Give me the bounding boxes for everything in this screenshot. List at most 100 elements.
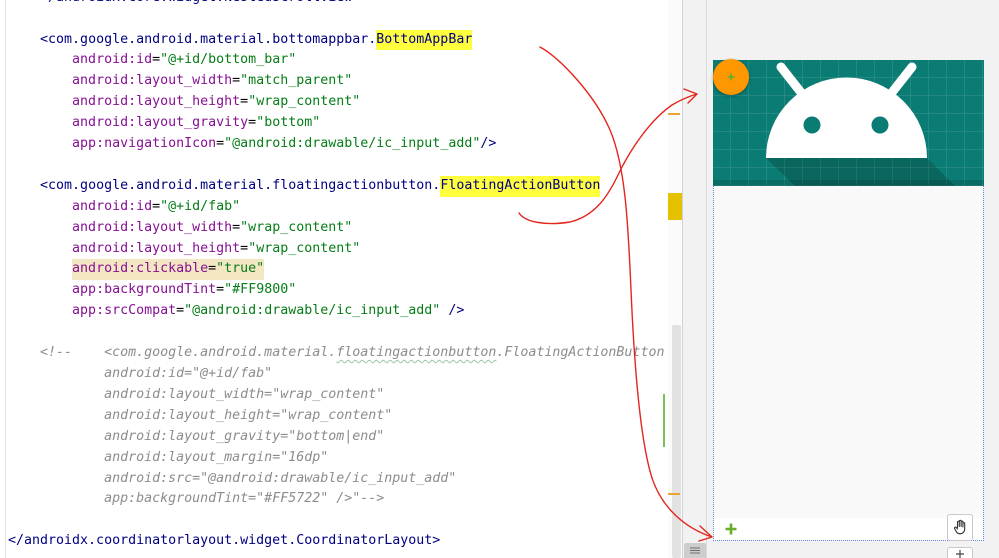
xml-code-editor[interactable]: </androidx.core.widget.NestedScrollView>…	[0, 0, 668, 558]
code-line[interactable]	[0, 322, 668, 343]
android-robot-icon	[713, 60, 984, 186]
code-line[interactable]: app:srcCompat="@android:drawable/ic_inpu…	[0, 301, 668, 322]
vcs-change-marker[interactable]	[663, 394, 665, 447]
equals-sign: =	[152, 52, 161, 68]
code-line[interactable]: app:navigationIcon="@android:drawable/ic…	[0, 134, 668, 155]
attribute-value-token: "wrap_content"	[248, 240, 361, 256]
plus-icon[interactable]	[725, 523, 737, 535]
code-line[interactable]	[0, 9, 668, 30]
equals-sign: =	[152, 198, 161, 214]
equals-sign: =	[240, 240, 249, 256]
attribute-name-token: android:layout_width	[72, 73, 233, 89]
code-line[interactable]: android:layout_width="wrap_content"	[0, 385, 668, 406]
attribute-name-token: android:layout_width	[72, 219, 233, 235]
warning-stripe-mark[interactable]	[668, 493, 680, 495]
equals-sign: =	[216, 282, 225, 298]
attribute-value-token: "bottom"	[256, 115, 321, 131]
xml-tag-token: <com.google.android.material.bottomappba…	[40, 31, 377, 47]
code-area[interactable]: </androidx.core.widget.NestedScrollView>…	[0, 0, 668, 552]
equals-sign: =	[240, 94, 249, 110]
attribute-value-token: "@+id/bottom_bar"	[160, 52, 297, 68]
attribute-value-token: "@+id/fab"	[160, 198, 241, 214]
code-line[interactable]	[0, 155, 668, 176]
code-line[interactable]: app:backgroundTint="#FF5722" />"-->	[0, 489, 668, 510]
plus-icon	[727, 73, 735, 81]
code-line[interactable]: android:id="@+id/fab"	[0, 364, 668, 385]
grip-icon	[690, 547, 700, 554]
code-line[interactable]: android:layout_width="wrap_content"	[0, 218, 668, 239]
attribute-name-token: android:id	[72, 52, 153, 68]
code-line[interactable]: android:id="@+id/fab"	[0, 197, 668, 218]
code-line[interactable]: android:id="@+id/bottom_bar"	[0, 50, 668, 71]
code-line[interactable]: android:layout_height="wrap_content"	[0, 92, 668, 113]
zoom-in-button[interactable]	[947, 547, 973, 558]
panel-resize-handle[interactable]	[684, 543, 706, 558]
code-line[interactable]: <com.google.android.material.bottomappba…	[0, 29, 668, 51]
comment-token: floatingactionbutton	[336, 345, 497, 361]
pan-tool-button[interactable]	[947, 514, 973, 541]
code-line[interactable]: android:layout_height="wrap_content"	[0, 239, 668, 260]
xml-tag-token: BottomAppBar	[376, 29, 473, 51]
xml-tag-token: />	[480, 136, 497, 152]
code-line[interactable]: android:layout_width="match_parent"	[0, 71, 668, 92]
code-line[interactable]: android:src="@android:drawable/ic_input_…	[0, 469, 668, 490]
equals-sign: =	[176, 303, 185, 319]
code-line[interactable]: <com.google.android.material.floatingact…	[0, 175, 668, 197]
equals-sign: =	[232, 73, 241, 89]
xml-tag-token: />	[440, 303, 465, 319]
editor-scrollbar-thumb[interactable]	[672, 325, 681, 558]
bottom-app-bar[interactable]	[714, 518, 983, 540]
image-view[interactable]	[713, 60, 984, 186]
attribute-value-token: "@android:drawable/ic_input_add"	[224, 136, 481, 152]
warning-stripe-mark[interactable]	[668, 113, 680, 115]
code-line[interactable]: </androidx.coordinatorlayout.widget.Coor…	[0, 531, 668, 552]
hand-icon	[953, 519, 966, 535]
comment-token: android:id="@+id/fab"	[104, 366, 273, 382]
attribute-name-token: android:clickable	[72, 259, 209, 281]
device-preview[interactable]	[713, 60, 984, 541]
comment-token: <!-- <com.google.android.material.	[40, 345, 337, 361]
attribute-value-token: "#FF9800"	[224, 282, 297, 298]
xml-tag-token: FloatingActionButton	[440, 175, 601, 197]
comment-token: android:src="@android:drawable/ic_input_…	[104, 470, 457, 486]
code-line[interactable]: android:layout_gravity="bottom|end"	[0, 427, 668, 448]
attribute-name-token: android:layout_gravity	[72, 115, 249, 131]
floating-action-button[interactable]	[713, 59, 749, 95]
code-line[interactable]: <!-- <com.google.android.material.floati…	[0, 343, 668, 364]
comment-token: android:layout_width="wrap_content"	[104, 386, 385, 402]
attribute-value-token: "wrap_content"	[240, 219, 353, 235]
comment-token: .FloatingActionButton	[496, 345, 665, 361]
code-line[interactable]: </androidx.core.widget.NestedScrollView>	[0, 0, 668, 9]
attribute-name-token: app:srcCompat	[72, 303, 177, 319]
code-line[interactable]: android:layout_gravity="bottom"	[0, 113, 668, 134]
code-line[interactable]: android:clickable="true"	[0, 259, 668, 281]
attribute-value-token: "wrap_content"	[248, 94, 361, 110]
code-line[interactable]: android:layout_height="wrap_content"	[0, 406, 668, 427]
attribute-value-token: "match_parent"	[240, 73, 353, 89]
attribute-name-token: android:layout_height	[72, 94, 241, 110]
search-match-stripe-mark[interactable]	[668, 193, 682, 220]
xml-tag-token: </androidx.coordinatorlayout.widget.Coor…	[8, 533, 441, 549]
attribute-name-token: app:backgroundTint	[72, 282, 217, 298]
code-line[interactable]	[0, 510, 668, 531]
code-line[interactable]: android:layout_margin="16dp"	[0, 448, 668, 469]
code-line[interactable]: app:backgroundTint="#FF9800"	[0, 280, 668, 301]
equals-sign: =	[216, 136, 225, 152]
